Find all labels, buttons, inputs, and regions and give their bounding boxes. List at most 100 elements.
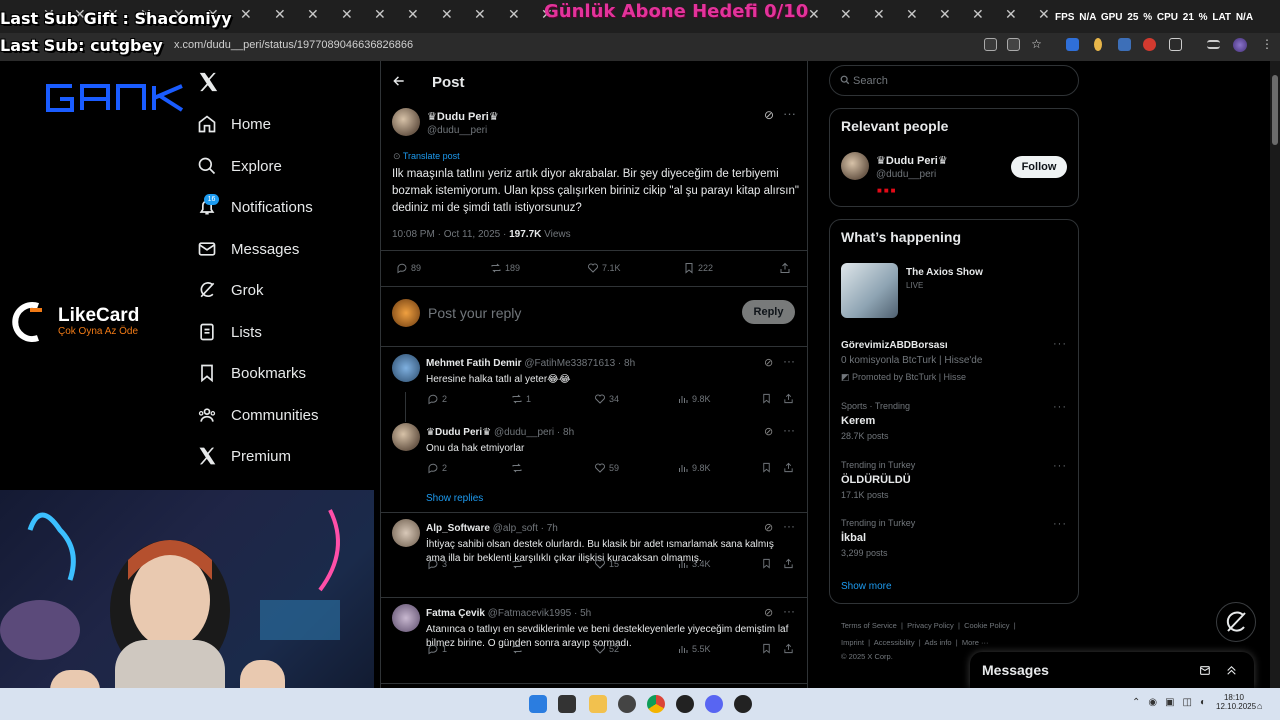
tab-close-icon[interactable]: ✕ [274, 6, 286, 23]
reply-author[interactable]: Mehmet Fatih Demir [426, 358, 522, 369]
like-action[interactable]: 59 [594, 462, 619, 474]
more-icon[interactable]: ··· [783, 106, 796, 121]
more-icon[interactable]: ··· [783, 423, 795, 437]
bookmark-action[interactable]: 222 [683, 262, 713, 274]
reply-action[interactable]: 89 [396, 262, 421, 274]
more-icon[interactable]: ··· [1053, 460, 1067, 472]
grok-icon[interactable]: ⊘ [764, 606, 773, 619]
views-action[interactable]: 9.8K [677, 462, 711, 474]
tab-close-icon[interactable]: ✕ [341, 6, 353, 23]
app-icon[interactable] [676, 695, 694, 713]
reply-action[interactable]: 3 [427, 558, 447, 570]
views-action[interactable]: 3.4K [677, 558, 711, 570]
tab-close-icon[interactable]: ✕ [808, 6, 820, 23]
bookmark-icon[interactable] [761, 558, 772, 569]
url-text[interactable]: x.com/dudu__peri/status/1977089046636826… [174, 39, 413, 51]
bookmark-icon[interactable] [761, 393, 772, 404]
nav-grok[interactable]: Grok [197, 280, 264, 300]
live-thumbnail[interactable] [841, 263, 898, 318]
share-icon[interactable] [783, 462, 794, 473]
more-vertical-icon[interactable]: ⋮ [1261, 38, 1274, 51]
like-action[interactable]: 15 [594, 558, 619, 570]
tab-close-icon[interactable]: ✕ [840, 6, 852, 23]
more-icon[interactable]: ··· [783, 604, 795, 618]
start-icon[interactable] [529, 695, 547, 713]
search-input[interactable]: Search [853, 75, 888, 87]
reply-action[interactable]: 2 [427, 393, 447, 405]
back-arrow-icon[interactable] [392, 74, 406, 88]
bookmark-icon[interactable] [761, 462, 772, 473]
more-icon[interactable]: ··· [1053, 401, 1067, 413]
clock[interactable]: 18:10 12.10.2025 [1216, 693, 1256, 711]
more-icon[interactable]: ··· [783, 519, 795, 533]
more-icon[interactable]: ··· [1053, 518, 1067, 530]
repost-action[interactable]: 1 [511, 393, 531, 405]
tab-close-icon[interactable]: ✕ [307, 6, 319, 23]
scrollbar[interactable] [1270, 61, 1280, 688]
extension-icon[interactable] [1118, 38, 1131, 51]
repost-action[interactable] [511, 462, 526, 474]
like-action[interactable]: 7.1K [587, 262, 621, 274]
reply-avatar[interactable] [392, 604, 420, 632]
grok-icon[interactable]: ⊘ [764, 521, 773, 534]
reply-avatar[interactable] [392, 519, 420, 547]
footer-links[interactable]: Imprint | Accessibility | Ads info | Mor… [841, 638, 989, 647]
reply-input[interactable]: Post your reply [428, 305, 521, 321]
more-icon[interactable]: ··· [783, 354, 795, 368]
reply-avatar[interactable] [392, 423, 420, 451]
translate-icon[interactable] [1007, 38, 1020, 51]
share-icon[interactable] [783, 393, 794, 404]
tab-close-icon[interactable]: ✕ [508, 6, 520, 23]
like-action[interactable]: 52 [594, 643, 619, 655]
author-name[interactable]: ♛Dudu Peri♛ [427, 110, 499, 123]
share-icon[interactable] [779, 262, 791, 274]
reply-action[interactable]: 2 [427, 462, 447, 474]
show-more-link[interactable]: Show more [841, 581, 892, 592]
discord-icon[interactable] [705, 695, 723, 713]
taskview-icon[interactable] [558, 695, 576, 713]
repost-action[interactable] [511, 558, 526, 570]
folder-icon[interactable] [589, 695, 607, 713]
nav-home[interactable]: Home [197, 114, 271, 134]
more-icon[interactable]: ··· [1053, 338, 1067, 350]
nav-communities[interactable]: Communities [197, 405, 319, 425]
trend-name[interactable]: Kerem [841, 415, 875, 427]
compose-message-icon[interactable] [1199, 664, 1212, 677]
reply-author[interactable]: Dudu Peri [435, 427, 482, 438]
nav-lists[interactable]: Lists [197, 322, 262, 342]
repost-action[interactable] [511, 643, 526, 655]
bookmark-icon[interactable] [761, 643, 772, 654]
tab-close-icon[interactable]: ✕ [441, 6, 453, 23]
grok-icon[interactable]: ⊘ [764, 108, 774, 122]
footer-links[interactable]: Terms of Service | Privacy Policy | Cook… [841, 621, 1016, 630]
app-icon[interactable] [734, 695, 752, 713]
reply-button[interactable]: Reply [742, 300, 795, 324]
share-icon[interactable] [783, 558, 794, 569]
chrome-icon[interactable] [647, 695, 665, 713]
nav-messages[interactable]: Messages [197, 239, 299, 259]
grok-fab[interactable] [1216, 602, 1256, 642]
nav-premium[interactable]: Premium [197, 446, 291, 466]
trend-name[interactable]: İkbal [841, 532, 866, 544]
menu-icon[interactable] [1207, 40, 1220, 49]
person-avatar[interactable] [841, 152, 869, 180]
profile-avatar[interactable] [1233, 38, 1247, 52]
person-name[interactable]: ♛Dudu Peri♛ [876, 154, 948, 167]
follow-button[interactable]: Follow [1011, 156, 1067, 178]
tab-close-icon[interactable]: ✕ [906, 6, 918, 23]
translate-link[interactable]: ⊙ Translate post [393, 151, 460, 162]
extension-icon[interactable] [1094, 38, 1102, 51]
tab-close-icon[interactable]: ✕ [407, 6, 419, 23]
tab-close-icon[interactable]: ✕ [939, 6, 951, 23]
cast-icon[interactable] [984, 38, 997, 51]
tab-close-icon[interactable]: ✕ [972, 6, 984, 23]
puzzle-icon[interactable] [1169, 38, 1182, 51]
author-avatar[interactable] [392, 108, 420, 136]
author-handle[interactable]: @dudu__peri [427, 125, 487, 136]
reply-author[interactable]: Fatma Çevik [426, 608, 485, 619]
tab-close-icon[interactable]: ✕ [1005, 6, 1017, 23]
extension-icon[interactable] [1066, 38, 1079, 51]
repost-action[interactable]: 189 [490, 262, 520, 274]
x-logo-icon[interactable] [197, 71, 219, 93]
tab-close-icon[interactable]: ✕ [474, 6, 486, 23]
